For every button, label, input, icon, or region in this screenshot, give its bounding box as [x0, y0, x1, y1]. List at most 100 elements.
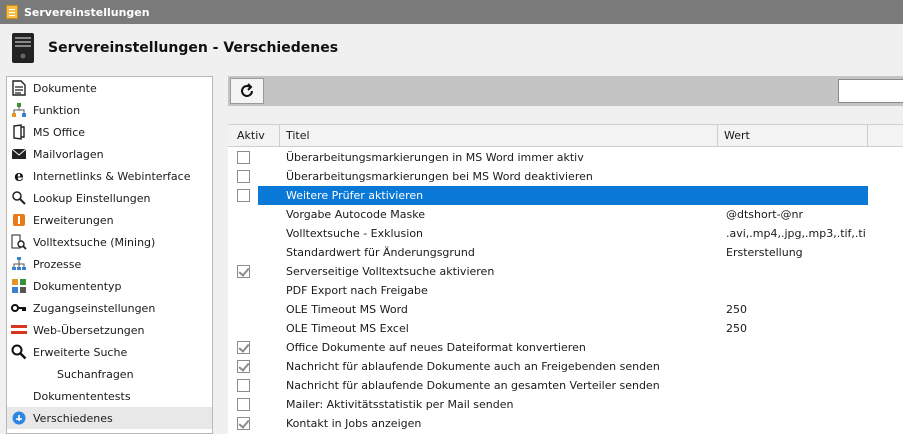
- sidebar-item-dokumententyp[interactable]: Dokumententyp: [7, 275, 212, 297]
- setting-title: PDF Export nach Freigabe: [286, 284, 428, 297]
- sidebar-item-label: Erweiterte Suche: [33, 345, 128, 359]
- sidebar-item-label: Erweiterungen: [33, 213, 114, 227]
- setting-value[interactable]: [726, 338, 866, 357]
- active-checkbox[interactable]: [237, 417, 250, 430]
- setting-value[interactable]: [726, 357, 866, 376]
- page-title: Servereinstellungen - Verschiedenes: [48, 40, 339, 56]
- table-row[interactable]: OLE Timeout MS Excel 250: [228, 319, 903, 338]
- sidebar-item-lookup[interactable]: Lookup Einstellungen: [7, 187, 212, 209]
- setting-title: Nachricht für ablaufende Dokumente an ge…: [286, 379, 660, 392]
- active-checkbox[interactable]: [237, 170, 250, 183]
- setting-value[interactable]: [726, 148, 866, 167]
- table-row[interactable]: Weitere Prüfer aktivieren: [228, 186, 903, 205]
- translation-icon: [11, 322, 27, 338]
- sidebar-item-label: Internetlinks & Webinterface: [33, 169, 191, 183]
- setting-value[interactable]: 250: [726, 300, 866, 319]
- process-icon: [11, 256, 27, 272]
- sidebar-item-erweiterte-suche[interactable]: Erweiterte Suche: [7, 341, 212, 363]
- sidebar-item-erweiterungen[interactable]: Erweiterungen: [7, 209, 212, 231]
- sidebar-item-ms-office[interactable]: MS Office: [7, 121, 212, 143]
- setting-title: Volltextsuche - Exklusion: [286, 227, 424, 240]
- sidebar-item-label: Prozesse: [33, 257, 82, 271]
- main-panel: Aktiv Titel Wert Überarbeitungsmarkierun…: [228, 76, 903, 434]
- sidebar-item-dokumente[interactable]: Dokumente: [7, 77, 212, 99]
- sidebar-item-label: Suchanfragen: [57, 367, 134, 381]
- settings-grid: Aktiv Titel Wert Überarbeitungsmarkierun…: [228, 124, 903, 434]
- sidebar-item-zugangseinstellungen[interactable]: Zugangseinstellungen: [7, 297, 212, 319]
- active-checkbox[interactable]: [237, 265, 250, 278]
- setting-value[interactable]: [726, 395, 866, 414]
- table-row[interactable]: Serverseitige Volltextsuche aktivieren: [228, 262, 903, 281]
- sidebar-item-label: Mailvorlagen: [33, 147, 104, 161]
- table-row[interactable]: Überarbeitungsmarkierungen bei MS Word d…: [228, 167, 903, 186]
- sidebar-item-verschiedenes[interactable]: Verschiedenes: [7, 407, 212, 429]
- sidebar-item-label: Funktion: [33, 103, 81, 117]
- sidebar-item-internetlinks[interactable]: e Internetlinks & Webinterface: [7, 165, 212, 187]
- setting-title: Überarbeitungsmarkierungen bei MS Word d…: [286, 170, 593, 183]
- server-icon: [12, 33, 34, 63]
- advanced-search-icon: [11, 344, 27, 360]
- sidebar-item-volltextsuche[interactable]: Volltextsuche (Mining): [7, 231, 212, 253]
- key-icon: [11, 300, 27, 316]
- column-header-aktiv[interactable]: Aktiv: [228, 125, 280, 147]
- refresh-button[interactable]: [230, 78, 264, 104]
- document-type-icon: [11, 278, 27, 294]
- table-row[interactable]: Nachricht für ablaufende Dokumente an ge…: [228, 376, 903, 395]
- lookup-search-icon: [11, 190, 27, 206]
- table-row[interactable]: Vorgabe Autocode Maske @dtshort-@nr: [228, 205, 903, 224]
- column-header-wert[interactable]: Wert: [718, 125, 868, 147]
- setting-value[interactable]: [726, 376, 866, 395]
- active-checkbox[interactable]: [237, 360, 250, 373]
- setting-value[interactable]: [726, 262, 866, 281]
- office-icon: [11, 124, 27, 140]
- setting-value[interactable]: 250: [726, 319, 866, 338]
- setting-title: Kontakt in Jobs anzeigen: [286, 417, 422, 430]
- internet-explorer-icon: e: [14, 167, 24, 185]
- sidebar-item-dokumententests[interactable]: Dokumententests: [7, 385, 212, 407]
- table-row[interactable]: Kontakt in Jobs anzeigen: [228, 414, 903, 433]
- table-row[interactable]: Office Dokumente auf neues Dateiformat k…: [228, 338, 903, 357]
- setting-value[interactable]: .avi,.mp4,.jpg,.mp3,.tif,.ti...: [726, 224, 866, 243]
- active-checkbox[interactable]: [237, 151, 250, 164]
- active-checkbox[interactable]: [237, 379, 250, 392]
- sidebar-item-web-uebersetzungen[interactable]: Web-Übersetzungen: [7, 319, 212, 341]
- sidebar-item-label: MS Office: [33, 125, 86, 139]
- setting-title: Office Dokumente auf neues Dateiformat k…: [286, 341, 586, 354]
- setting-value[interactable]: @dtshort-@nr: [726, 205, 866, 224]
- table-row[interactable]: Volltextsuche - Exklusion .avi,.mp4,.jpg,…: [228, 224, 903, 243]
- toolbar: [228, 76, 903, 106]
- table-row[interactable]: OLE Timeout MS Word 250: [228, 300, 903, 319]
- sidebar-item-mailvorlagen[interactable]: Mailvorlagen: [7, 143, 212, 165]
- refresh-icon: [241, 83, 253, 97]
- search-input[interactable]: [838, 79, 903, 103]
- active-checkbox[interactable]: [237, 341, 250, 354]
- column-header-titel[interactable]: Titel: [280, 125, 718, 147]
- setting-value[interactable]: Ersterstellung: [726, 243, 866, 262]
- table-row[interactable]: PDF Export nach Freigabe: [228, 281, 903, 300]
- sidebar-item-prozesse[interactable]: Prozesse: [7, 253, 212, 275]
- setting-title: Überarbeitungsmarkierungen in MS Word im…: [286, 151, 584, 164]
- setting-title: Nachricht für ablaufende Dokumente auch …: [286, 360, 660, 373]
- active-checkbox[interactable]: [237, 189, 250, 202]
- table-row[interactable]: Mailer: Aktivitätsstatistik per Mail sen…: [228, 395, 903, 414]
- setting-value[interactable]: [726, 167, 866, 186]
- setting-title: Vorgabe Autocode Maske: [286, 208, 425, 221]
- sidebar-item-label: Dokumente: [33, 81, 97, 95]
- window-title: Servereinstellungen: [24, 5, 150, 19]
- misc-icon: [11, 410, 27, 426]
- sidebar-item-label: Dokumententyp: [33, 279, 122, 293]
- extension-icon: [11, 212, 27, 228]
- page-header: Servereinstellungen - Verschiedenes: [0, 24, 903, 72]
- setting-value[interactable]: [726, 281, 866, 300]
- sidebar-item-suchanfragen[interactable]: Suchanfragen: [7, 363, 212, 385]
- document-icon: [11, 80, 27, 96]
- mail-icon: [11, 146, 27, 162]
- table-row[interactable]: Nachricht für ablaufende Dokumente auch …: [228, 357, 903, 376]
- sidebar-item-funktion[interactable]: Funktion: [7, 99, 212, 121]
- setting-value[interactable]: [726, 414, 866, 433]
- table-row[interactable]: Standardwert für Änderungsgrund Ersterste…: [228, 243, 903, 262]
- table-row[interactable]: Überarbeitungsmarkierungen in MS Word im…: [228, 148, 903, 167]
- active-checkbox[interactable]: [237, 398, 250, 411]
- setting-value[interactable]: [726, 186, 866, 205]
- sidebar-item-label: Web-Übersetzungen: [33, 323, 145, 337]
